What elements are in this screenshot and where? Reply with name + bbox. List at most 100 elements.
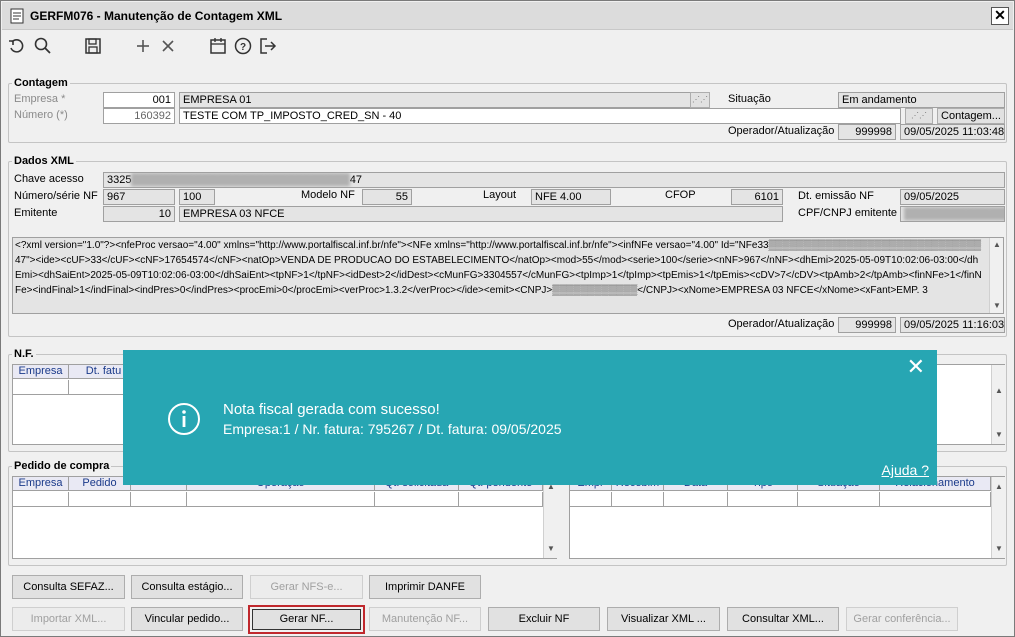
chave-acesso-field: 3325████████████████████████████47 bbox=[103, 172, 1005, 188]
pedido-col-pedido[interactable]: Pedido bbox=[69, 477, 131, 491]
pedido-scrollbar[interactable]: ▲ ▼ bbox=[543, 477, 557, 558]
rec-cell[interactable] bbox=[664, 492, 728, 507]
consultar-xml-button[interactable]: Consultar XML... bbox=[727, 607, 839, 631]
cfop-field: 6101 bbox=[731, 189, 783, 205]
numero-serie-label: Número/série NF bbox=[14, 190, 98, 202]
empresa-code-input[interactable]: 001 bbox=[103, 92, 175, 108]
situacao-field: Em andamento bbox=[838, 92, 1005, 108]
success-toast: Nota fiscal gerada com sucesso! Empresa:… bbox=[123, 350, 937, 485]
recebimento-scrollbar[interactable]: ▲ ▼ bbox=[991, 477, 1005, 558]
pedido-cell[interactable] bbox=[13, 492, 69, 507]
pedido-grid[interactable]: Empresa Pedido Operação Qt. solicitada Q… bbox=[12, 476, 557, 559]
pedido-cell[interactable] bbox=[69, 492, 131, 507]
modelo-label: Modelo NF bbox=[301, 189, 355, 201]
calendar-icon[interactable] bbox=[208, 36, 228, 56]
operador-label: Operador/Atualização bbox=[728, 125, 835, 137]
nf-right-scrollbar[interactable]: ▲ ▼ bbox=[991, 365, 1005, 444]
empresa-label: Empresa * bbox=[14, 93, 66, 105]
window-title: GERFM076 - Manutenção de Contagem XML bbox=[30, 9, 283, 23]
vincular-pedido-button[interactable]: Vincular pedido... bbox=[131, 607, 243, 631]
toast-message: Nota fiscal gerada com sucesso! bbox=[223, 401, 440, 418]
recebimento-grid[interactable]: Empr Recebim Data Tipo Situação Relacion… bbox=[569, 476, 1005, 559]
imprimir-danfe-button[interactable]: Imprimir DANFE bbox=[369, 575, 481, 599]
scroll-down-icon[interactable]: ▼ bbox=[993, 429, 1005, 441]
gerar-nfse-button[interactable]: Gerar NFS-e... bbox=[250, 575, 363, 599]
excluir-nf-button[interactable]: Excluir NF bbox=[488, 607, 600, 631]
contagem-legend: Contagem bbox=[12, 77, 70, 89]
pedido-cell[interactable] bbox=[187, 492, 375, 507]
close-window-button[interactable]: ✕ bbox=[991, 7, 1009, 25]
rec-cell[interactable] bbox=[728, 492, 798, 507]
consulta-estagio-button[interactable]: Consulta estágio... bbox=[131, 575, 243, 599]
scroll-down-icon[interactable]: ▼ bbox=[993, 543, 1005, 555]
search-icon[interactable] bbox=[33, 36, 53, 56]
chave-redacted: ████████████████████████████ bbox=[131, 174, 350, 186]
numero-nf-field: 967 bbox=[103, 189, 175, 205]
importar-xml-button[interactable]: Importar XML... bbox=[12, 607, 125, 631]
add-icon[interactable] bbox=[133, 36, 153, 56]
help-icon[interactable]: ? bbox=[233, 36, 253, 56]
pedido-cell[interactable] bbox=[375, 492, 459, 507]
pedido-col-empresa[interactable]: Empresa bbox=[13, 477, 69, 491]
nf-cell[interactable] bbox=[13, 380, 69, 395]
empresa-name-field: EMPRESA 01 bbox=[179, 92, 710, 108]
xml-content-area[interactable]: <?xml version="1.0"?><nfeProc versao="4.… bbox=[12, 237, 1004, 314]
xml-operador-label: Operador/Atualização bbox=[728, 318, 835, 330]
numero-label: Número (*) bbox=[14, 109, 68, 121]
rec-cell[interactable] bbox=[570, 492, 612, 507]
cfop-label: CFOP bbox=[665, 189, 696, 201]
toast-help-link[interactable]: Ajuda ? bbox=[882, 462, 929, 478]
toast-close-icon[interactable]: ✕ bbox=[907, 356, 925, 378]
emitente-label: Emitente bbox=[14, 207, 58, 219]
cpf-cnpj-label: CPF/CNPJ emitente bbox=[798, 207, 898, 219]
nf-legend: N.F. bbox=[12, 348, 36, 360]
scroll-up-icon[interactable]: ▲ bbox=[991, 239, 1003, 251]
chave-acesso-label: Chave acesso bbox=[14, 173, 84, 185]
serie-nf-field: 100 bbox=[179, 189, 215, 205]
operador-field: 999998 bbox=[838, 124, 896, 140]
emitente-name-field: EMPRESA 03 NFCE bbox=[179, 206, 783, 222]
pedido-cell[interactable] bbox=[131, 492, 187, 507]
consulta-sefaz-button[interactable]: Consulta SEFAZ... bbox=[12, 575, 125, 599]
save-icon[interactable] bbox=[83, 36, 103, 56]
empresa-lookup-button[interactable]: ⋰⋰ bbox=[690, 92, 710, 108]
visualizar-xml-button[interactable]: Visualizar XML ... bbox=[607, 607, 720, 631]
pedido-cell[interactable] bbox=[459, 492, 543, 507]
layout-field: NFE 4.00 bbox=[531, 189, 611, 205]
chave-suffix: 47 bbox=[349, 174, 362, 186]
contagem-button[interactable]: Contagem... bbox=[937, 108, 1005, 124]
emitente-code-field: 10 bbox=[103, 206, 175, 222]
rec-cell[interactable] bbox=[798, 492, 880, 507]
rec-cell[interactable] bbox=[612, 492, 664, 507]
modelo-field: 55 bbox=[362, 189, 412, 205]
info-icon bbox=[167, 402, 201, 436]
cpf-cnpj-field: ██████████████ bbox=[900, 206, 1005, 222]
xml-atualizacao-field: 09/05/2025 11:16:03 bbox=[900, 317, 1005, 333]
gerar-conferencia-button[interactable]: Gerar conferência... bbox=[846, 607, 958, 631]
svg-text:?: ? bbox=[240, 42, 246, 53]
undo-icon[interactable] bbox=[7, 36, 27, 56]
manutencao-nf-button[interactable]: Manutenção NF... bbox=[369, 607, 481, 631]
scroll-down-icon[interactable]: ▼ bbox=[545, 543, 557, 555]
xml-operador-field: 999998 bbox=[838, 317, 896, 333]
cpf-cnpj-redacted: ██████████████ bbox=[904, 208, 1004, 220]
atualizacao-field: 09/05/2025 11:03:48 bbox=[900, 124, 1005, 140]
situacao-label: Situação bbox=[728, 93, 771, 105]
delete-icon[interactable] bbox=[158, 36, 178, 56]
nf-col-empresa[interactable]: Empresa bbox=[13, 365, 69, 379]
dt-emissao-field: 09/05/2025 bbox=[900, 189, 1005, 205]
gerar-nf-button[interactable]: Gerar NF... bbox=[248, 605, 365, 634]
document-icon bbox=[10, 8, 24, 24]
xml-scrollbar[interactable]: ▲ ▼ bbox=[989, 238, 1003, 313]
layout-label: Layout bbox=[483, 189, 517, 201]
chave-prefix: 3325 bbox=[107, 174, 132, 186]
numero-input[interactable]: 160392 bbox=[103, 108, 175, 124]
scroll-up-icon[interactable]: ▲ bbox=[993, 385, 1005, 397]
exit-icon[interactable] bbox=[258, 36, 278, 56]
scroll-up-icon[interactable]: ▲ bbox=[993, 481, 1005, 493]
scroll-down-icon[interactable]: ▼ bbox=[991, 300, 1003, 312]
toast-details: Empresa:1 / Nr. fatura: 795267 / Dt. fat… bbox=[223, 421, 562, 437]
numero-lookup-button[interactable]: ⋰⋰ bbox=[905, 108, 933, 124]
title-bar: GERFM076 - Manutenção de Contagem XML ✕ bbox=[2, 2, 1013, 30]
rec-cell[interactable] bbox=[880, 492, 991, 507]
